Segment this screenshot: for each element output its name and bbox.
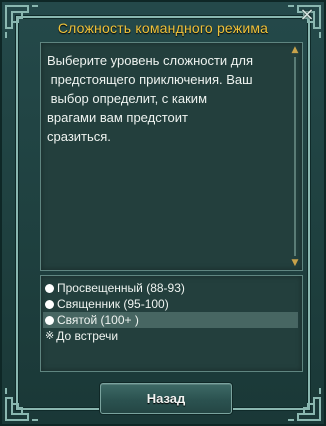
difficulty-options-list: Просвещенный (88-93) Священник (95-100) …: [43, 280, 298, 344]
option-goodbye[interactable]: ※ До встречи: [43, 328, 298, 344]
options-panel: Просвещенный (88-93) Священник (95-100) …: [40, 275, 303, 372]
dialog-title: Сложность командного режима: [57, 20, 269, 36]
back-button[interactable]: Назад: [100, 383, 232, 414]
difficulty-dialog: × Сложность командного режима Выберите у…: [0, 0, 326, 426]
corner-ornament-bottom-right: [284, 384, 324, 424]
bullet-icon: [45, 299, 54, 309]
description-text: Выберите уровень сложности для предстоящ…: [47, 53, 254, 144]
scroll-up-arrow-icon[interactable]: ▲: [290, 45, 300, 55]
corner-ornament-bottom-left: [2, 384, 42, 424]
description-panel: Выберите уровень сложности для предстоящ…: [40, 42, 303, 271]
option-label: Священник (95-100): [57, 297, 169, 311]
bullet-icon: [45, 283, 54, 293]
option-saint[interactable]: Святой (100+ ): [43, 312, 298, 328]
reference-mark-icon: ※: [45, 330, 55, 342]
scroll-track[interactable]: [294, 57, 296, 256]
option-label: Просвещенный (88-93): [57, 281, 185, 295]
option-label: До встречи: [56, 329, 119, 343]
option-enlightened[interactable]: Просвещенный (88-93): [43, 280, 298, 296]
bullet-icon: [45, 315, 54, 325]
option-priest[interactable]: Священник (95-100): [43, 296, 298, 312]
description-scrollbar[interactable]: ▲ ▼: [290, 45, 300, 268]
option-label: Святой (100+ ): [57, 313, 139, 327]
scroll-down-arrow-icon[interactable]: ▼: [290, 258, 300, 268]
